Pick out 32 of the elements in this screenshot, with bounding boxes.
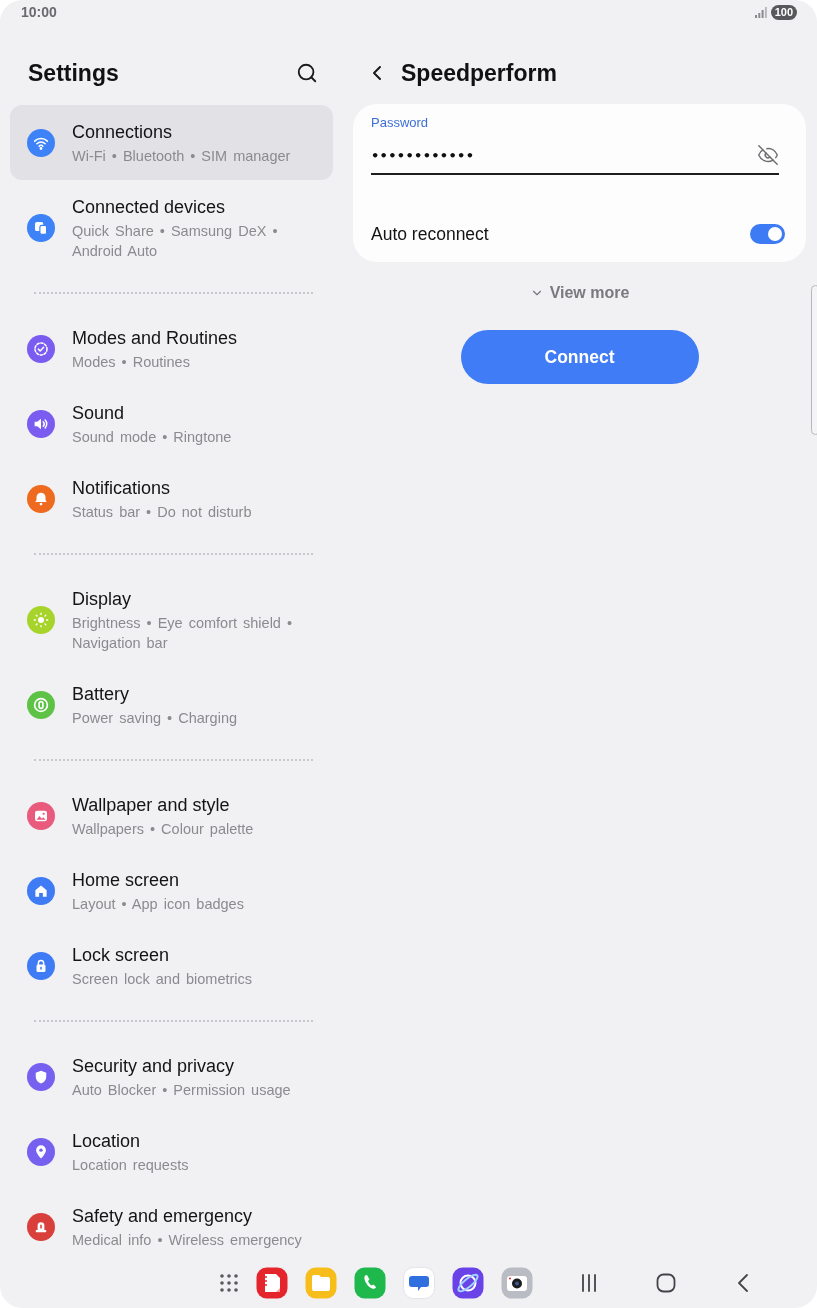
app-grid-icon[interactable]: [219, 1273, 239, 1293]
settings-item[interactable]: Modes and Routines Modes • Routines: [10, 311, 333, 386]
auto-reconnect-label: Auto reconnect: [371, 223, 489, 245]
settings-item[interactable]: Location Location requests: [10, 1114, 333, 1189]
planet-icon[interactable]: [452, 1267, 484, 1299]
settings-item[interactable]: Connected devices Quick Share • Samsung DeX • Android Auto: [10, 180, 333, 275]
settings-item[interactable]: Security and privacy Auto Blocker • Permission usage: [10, 1039, 333, 1114]
settings-item[interactable]: Connections Wi-Fi • Bluetooth • SIM manager: [10, 105, 333, 180]
status-time: 10:00: [21, 4, 57, 20]
network-title: Speedperform: [401, 58, 557, 87]
settings-title: Settings: [28, 58, 119, 87]
chat-bubble-icon[interactable]: [403, 1267, 435, 1299]
settings-item[interactable]: Battery Power saving • Charging: [10, 667, 333, 742]
view-more-button[interactable]: View more: [529, 281, 630, 305]
camera-icon[interactable]: [501, 1267, 533, 1299]
home-button-icon[interactable]: [654, 1271, 678, 1295]
battery-level: 100: [770, 4, 797, 20]
settings-item[interactable]: Safety and emergency Medical info • Wireless emergency: [10, 1189, 333, 1258]
settings-item[interactable]: Notifications Status bar • Do not disturb: [10, 461, 333, 536]
auto-reconnect-switch[interactable]: [750, 224, 785, 244]
settings-item[interactable]: Wallpaper and style Wallpapers • Colour palette: [10, 778, 333, 853]
search-icon[interactable]: [296, 61, 318, 84]
settings-item[interactable]: Display Brightness • Eye comfort shield • Navigation bar: [10, 572, 333, 667]
settings-item[interactable]: Sound Sound mode • Ringtone: [10, 386, 333, 461]
eye-off-icon[interactable]: [757, 144, 779, 166]
password-field[interactable]: Password ••••••••••••: [371, 115, 779, 175]
settings-item[interactable]: Home screen Layout • App icon badges: [10, 853, 333, 928]
settings-item[interactable]: Lock screen Screen lock and biometrics: [10, 928, 333, 1003]
notepad-icon[interactable]: [256, 1267, 288, 1299]
connect-button[interactable]: Connect: [460, 330, 699, 384]
phone-icon[interactable]: [354, 1267, 386, 1299]
signal-icon: [754, 6, 767, 18]
